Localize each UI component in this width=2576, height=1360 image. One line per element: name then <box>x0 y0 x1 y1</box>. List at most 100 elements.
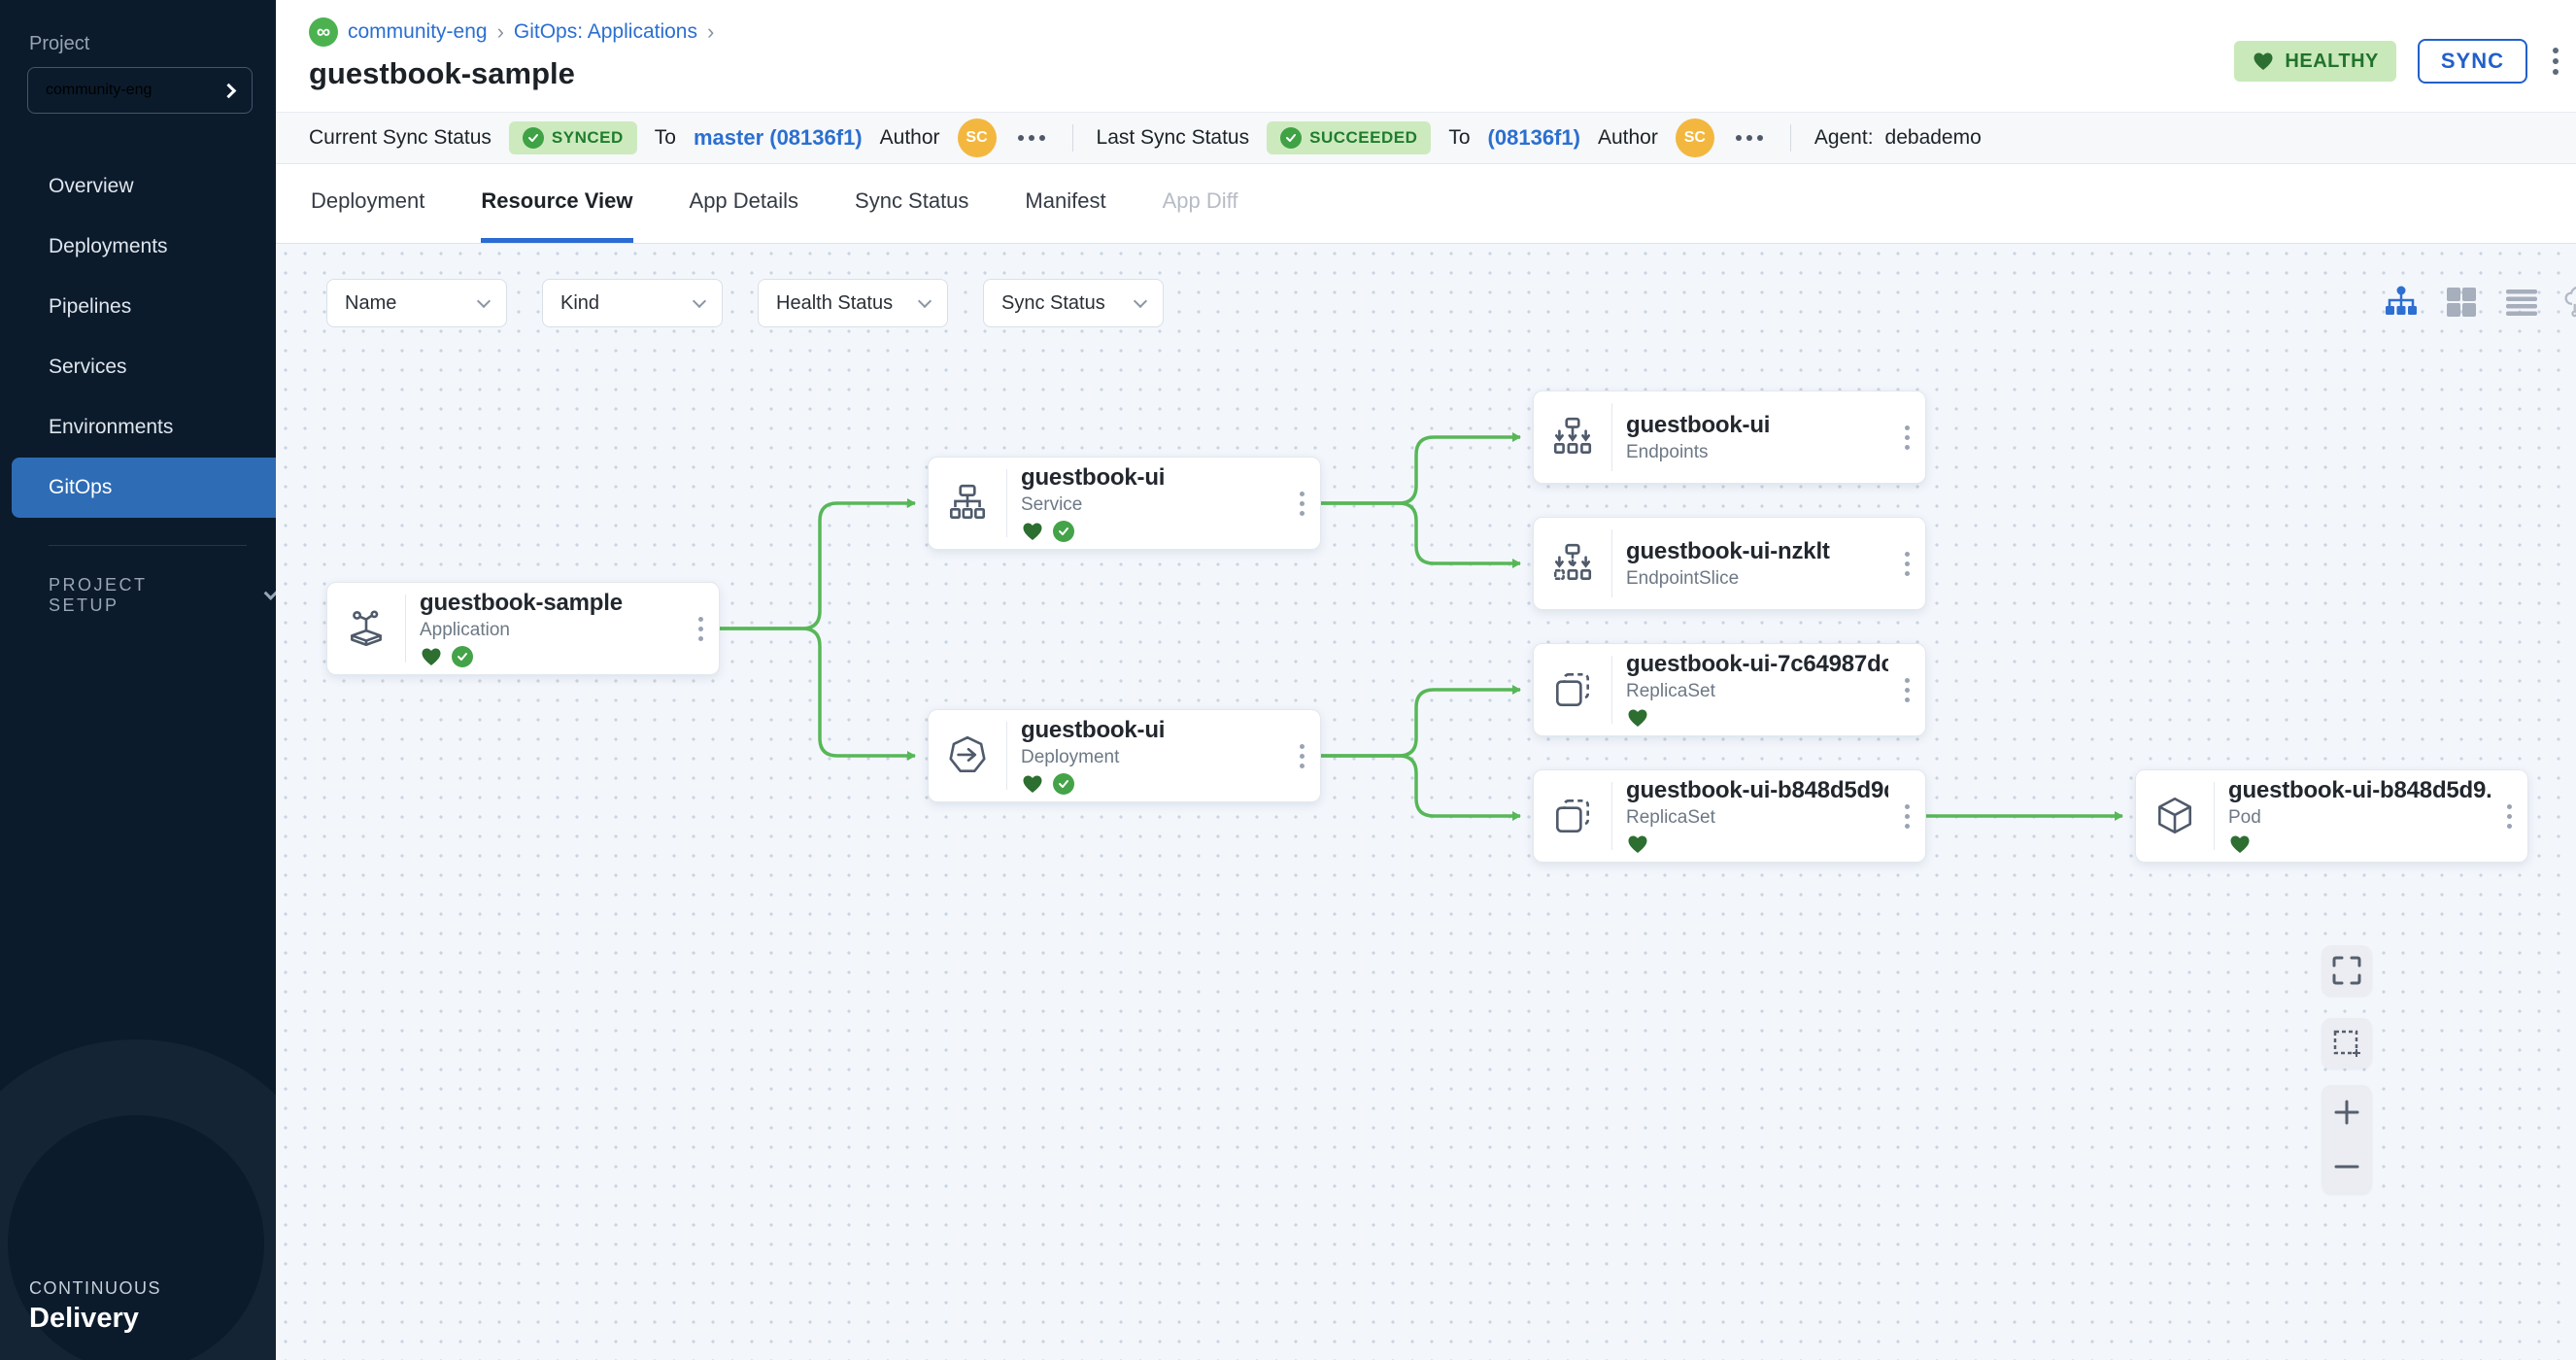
author-avatar: SC <box>1676 119 1714 157</box>
header-actions: HEALTHY SYNC <box>2234 39 2562 84</box>
view-mode-switcher <box>2382 283 2576 322</box>
node-application[interactable]: guestbook-sample Application <box>326 582 720 675</box>
node-title: guestbook-ui <box>1021 717 1283 744</box>
sync-status-filter-dropdown[interactable]: Sync Status <box>983 279 1164 327</box>
node-service[interactable]: guestbook-ui Service <box>928 457 1321 550</box>
last-sync-label: Last Sync Status <box>1097 126 1250 150</box>
tree-view-icon[interactable] <box>2382 283 2421 322</box>
node-menu-button[interactable] <box>682 617 719 641</box>
endpointslice-icon <box>1534 541 1611 586</box>
node-kind: ReplicaSet <box>1626 681 1888 702</box>
synced-badge: SYNCED <box>509 121 637 154</box>
healthy-heart-icon <box>1021 772 1044 796</box>
tab-deployment[interactable]: Deployment <box>311 164 424 243</box>
agent-label: Agent: <box>1814 126 1874 150</box>
page-header: ∞ community-eng › GitOps: Applications ›… <box>276 0 2576 112</box>
tab-app-diff: App Diff <box>1163 164 1238 243</box>
project-selector[interactable]: community-eng <box>27 67 253 114</box>
name-filter-dropdown[interactable]: Name <box>326 279 507 327</box>
list-view-icon[interactable] <box>2502 283 2541 322</box>
node-title: guestbook-ui-nzklt <box>1626 538 1888 565</box>
to-label: To <box>1448 126 1470 150</box>
node-pod[interactable]: guestbook-ui-b848d5d9... Pod <box>2135 769 2528 863</box>
author-label: Author <box>880 126 940 150</box>
sidebar-item-gitops[interactable]: GitOps <box>12 458 276 518</box>
node-kind: EndpointSlice <box>1626 568 1888 590</box>
marquee-select-icon <box>2330 1027 2363 1060</box>
healthy-heart-icon <box>1626 833 1649 856</box>
sidebar-item-environments[interactable]: Environments <box>0 397 276 458</box>
node-menu-button[interactable] <box>1888 678 1925 702</box>
zoom-controls <box>2322 1085 2372 1194</box>
node-menu-button[interactable] <box>1888 425 1925 450</box>
divider <box>1072 124 1073 152</box>
zoom-in-button[interactable] <box>2322 1087 2372 1138</box>
fullscreen-button[interactable] <box>2322 945 2372 996</box>
node-replicaset-2[interactable]: guestbook-ui-b848d5d9d ReplicaSet <box>1533 769 1926 863</box>
node-kind: Endpoints <box>1626 442 1888 463</box>
synced-check-icon <box>452 646 473 667</box>
last-target-revision-link[interactable]: (08136f1) <box>1488 125 1580 151</box>
tab-app-details[interactable]: App Details <box>690 164 799 243</box>
marquee-select-button[interactable] <box>2322 1018 2372 1069</box>
sync-status-bar: Current Sync Status SYNCED To master (08… <box>276 112 2576 164</box>
deployment-icon <box>929 733 1006 778</box>
filter-bar: Name Kind Health Status Sync Status <box>326 279 1164 327</box>
breadcrumb-applications-link[interactable]: GitOps: Applications <box>514 20 697 44</box>
minus-icon <box>2331 1151 2362 1182</box>
tab-manifest[interactable]: Manifest <box>1025 164 1105 243</box>
node-endpointslice[interactable]: guestbook-ui-nzklt EndpointSlice <box>1533 517 1926 610</box>
replicaset-icon <box>1534 667 1611 712</box>
cloud-network-icon[interactable] <box>2562 283 2576 322</box>
current-target-revision-link[interactable]: master (08136f1) <box>694 125 863 151</box>
succeeded-badge: SUCCEEDED <box>1267 121 1431 154</box>
sidebar-divider <box>49 545 247 546</box>
node-title: guestbook-ui <box>1021 464 1283 492</box>
chevron-down-icon <box>693 293 706 307</box>
author-label: Author <box>1598 126 1658 150</box>
gitops-logo-icon: ∞ <box>309 17 338 47</box>
sidebar-nav: Overview Deployments Pipelines Services … <box>0 156 276 518</box>
check-circle-icon <box>1280 127 1302 149</box>
sidebar-item-services[interactable]: Services <box>0 337 276 397</box>
node-menu-button[interactable] <box>1888 552 1925 576</box>
endpoints-icon <box>1534 415 1611 459</box>
node-menu-button[interactable] <box>2491 804 2527 829</box>
breadcrumb-project-link[interactable]: community-eng <box>348 20 488 44</box>
healthy-heart-icon <box>1021 520 1044 543</box>
tab-resource-view[interactable]: Resource View <box>481 164 632 243</box>
node-endpoints[interactable]: guestbook-ui Endpoints <box>1533 391 1926 484</box>
node-menu-button[interactable] <box>1888 804 1925 829</box>
chevron-down-icon <box>918 293 932 307</box>
node-menu-button[interactable] <box>1283 492 1320 516</box>
health-status-filter-dropdown[interactable]: Health Status <box>758 279 948 327</box>
more-options-button[interactable] <box>2549 44 2562 79</box>
zoom-out-button[interactable] <box>2322 1141 2372 1192</box>
to-label: To <box>655 126 676 150</box>
main-content: ∞ community-eng › GitOps: Applications ›… <box>276 0 2576 1360</box>
commit-details-button[interactable] <box>1014 131 1049 145</box>
tab-sync-status[interactable]: Sync Status <box>855 164 968 243</box>
sync-button[interactable]: SYNC <box>2418 39 2527 84</box>
node-kind: Deployment <box>1021 747 1283 768</box>
sidebar-item-deployments[interactable]: Deployments <box>0 217 276 277</box>
node-kind: Application <box>420 620 682 641</box>
node-kind: Service <box>1021 494 1283 516</box>
agent-value: debademo <box>1885 126 1982 150</box>
resource-tree-canvas[interactable]: Name Kind Health Status Sync Status <box>276 244 2576 1360</box>
commit-details-button[interactable] <box>1732 131 1767 145</box>
brand-line1: CONTINUOUS <box>29 1278 161 1299</box>
node-menu-button[interactable] <box>1283 744 1320 768</box>
node-deployment[interactable]: guestbook-ui Deployment <box>928 709 1321 802</box>
service-icon <box>929 481 1006 526</box>
project-setup-toggle[interactable]: PROJECT SETUP <box>49 575 276 616</box>
fullscreen-icon <box>2330 954 2363 987</box>
sidebar: Project community-eng Overview Deploymen… <box>0 0 276 1360</box>
sidebar-item-overview[interactable]: Overview <box>0 156 276 217</box>
node-title: guestbook-ui-b848d5d9... <box>2228 777 2491 804</box>
kind-filter-dropdown[interactable]: Kind <box>542 279 723 327</box>
chevron-down-icon <box>1134 293 1147 307</box>
node-replicaset-1[interactable]: guestbook-ui-7c64987dc9 ReplicaSet <box>1533 643 1926 736</box>
sidebar-item-pipelines[interactable]: Pipelines <box>0 277 276 337</box>
grid-view-icon[interactable] <box>2442 283 2481 322</box>
